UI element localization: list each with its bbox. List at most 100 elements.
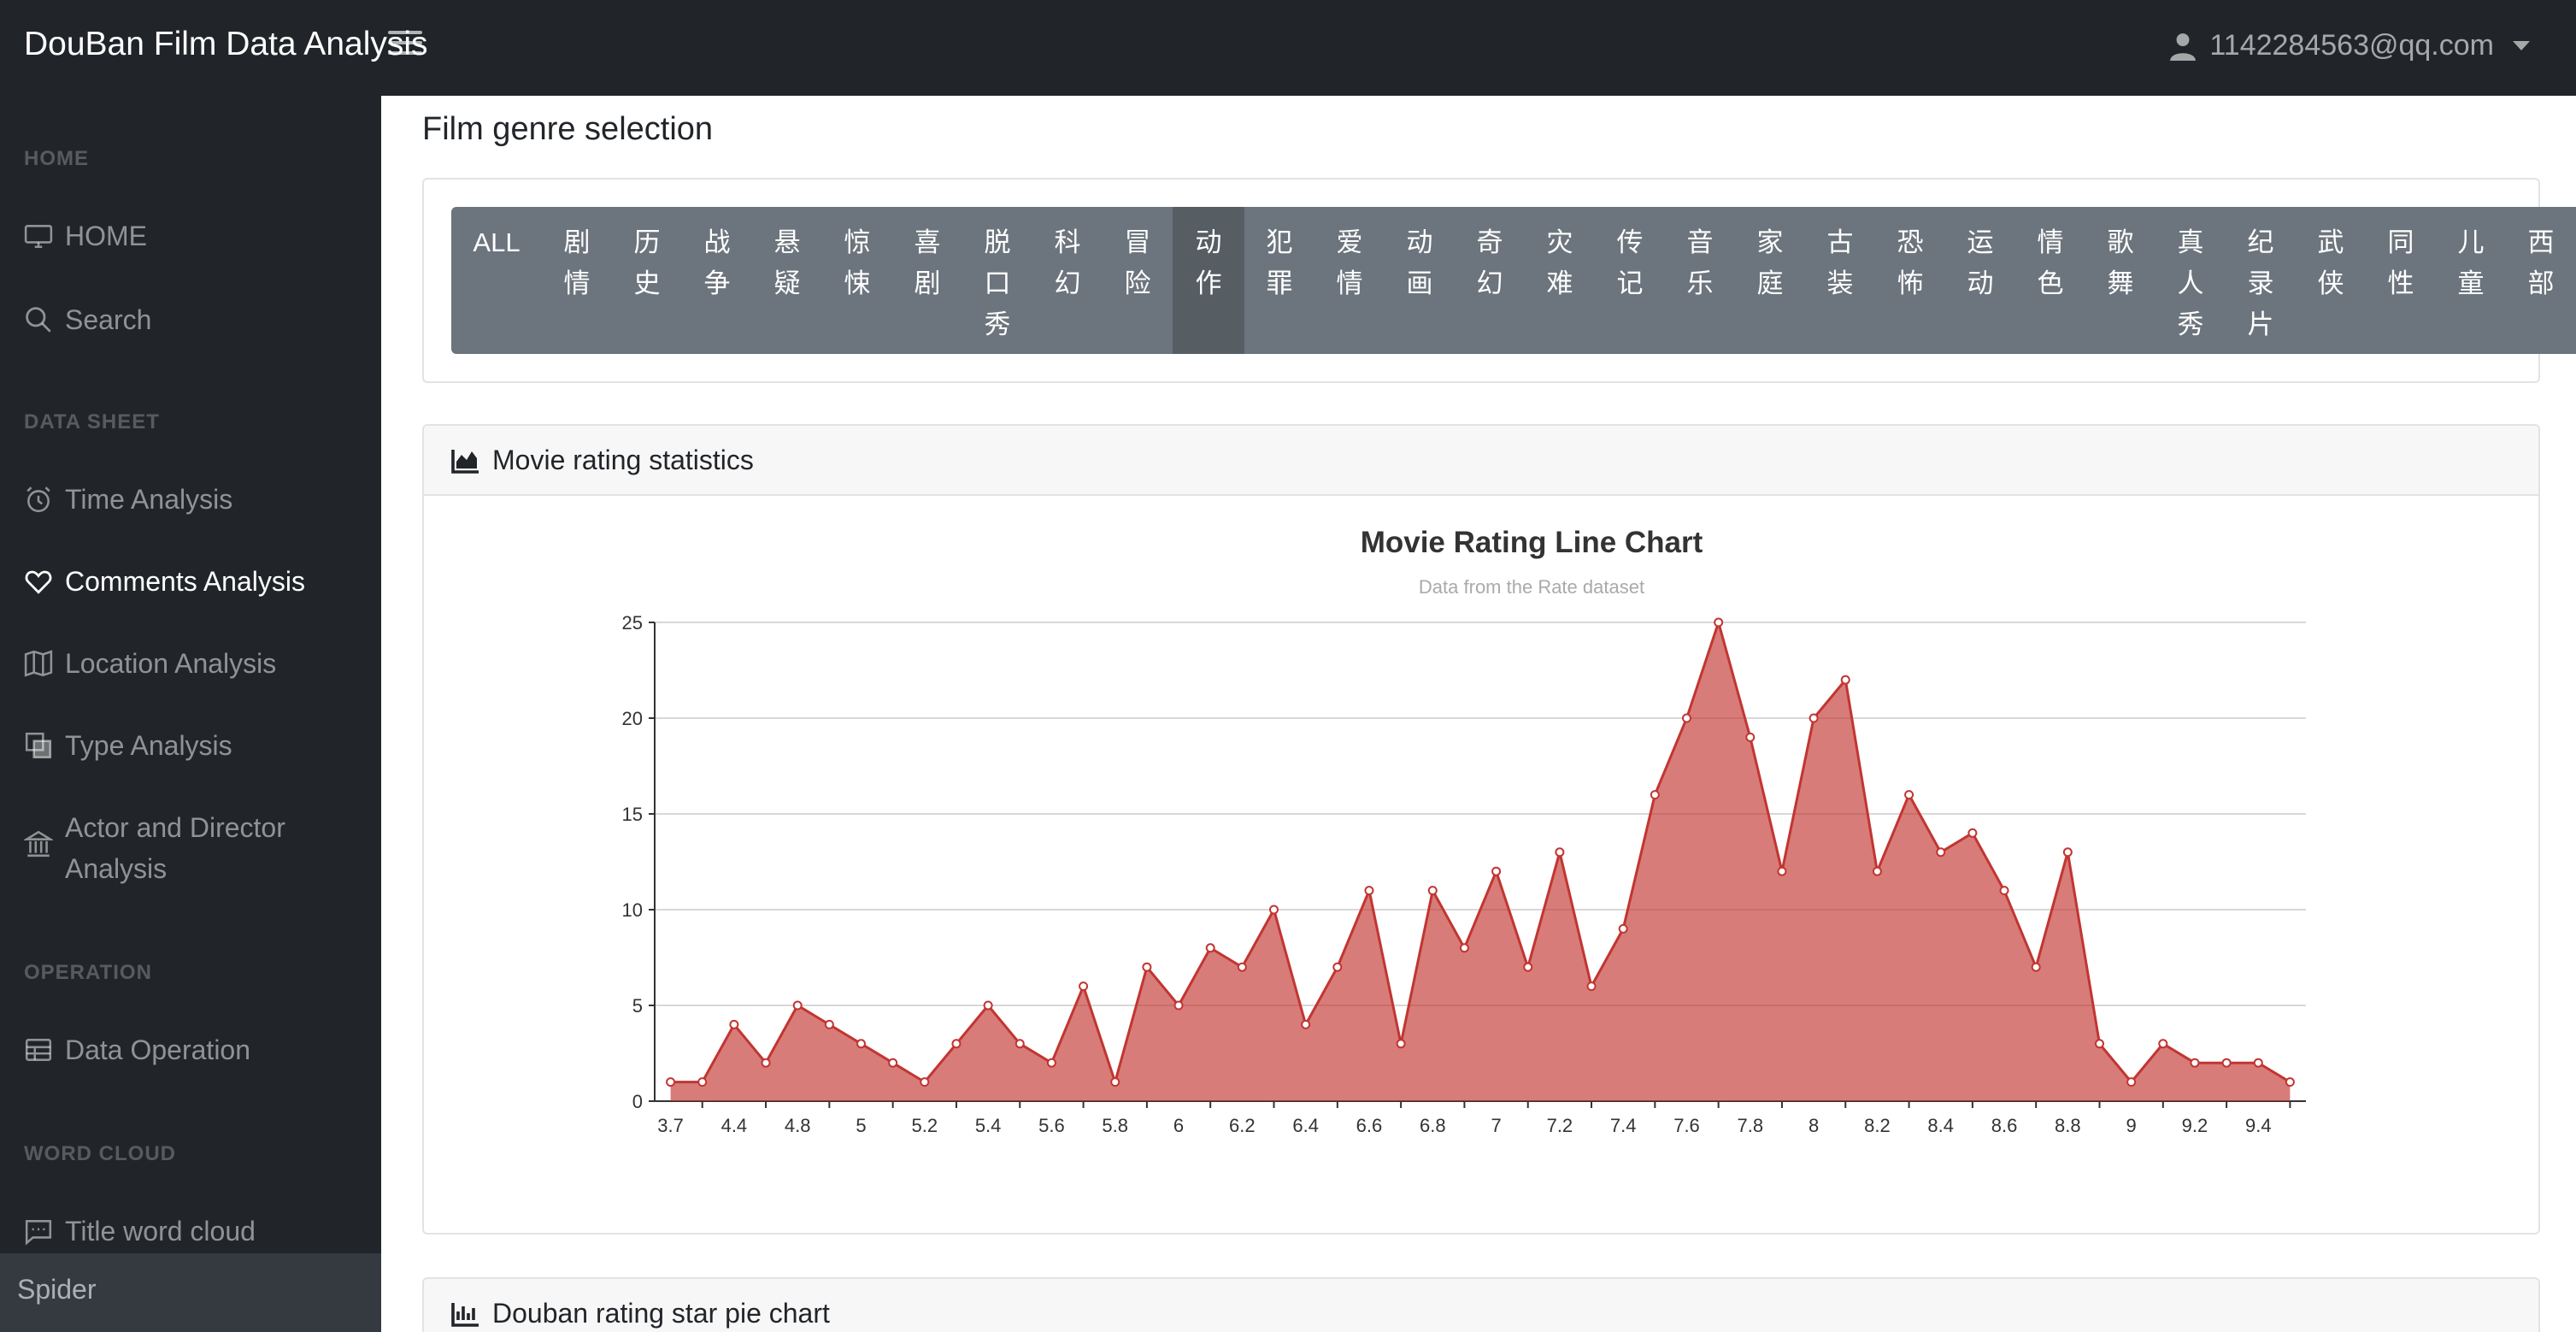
user-menu[interactable]: 1142284563@qq.com xyxy=(2168,29,2530,62)
data-point xyxy=(1491,866,1502,876)
x-tick-label: 6.6 xyxy=(1356,1115,1383,1136)
genre-button[interactable]: 古装 xyxy=(1805,207,1875,354)
genre-label: 运动 xyxy=(1967,227,1994,298)
data-point xyxy=(1237,962,1247,972)
genre-button[interactable]: 真人秀 xyxy=(2155,207,2226,354)
genre-button[interactable]: 冒险 xyxy=(1103,207,1173,354)
sidebar-item-label: Location Analysis xyxy=(65,648,277,679)
sidebar-heading-word-cloud: WORD CLOUD xyxy=(24,1142,176,1165)
sidebar-item-data-operation[interactable]: Data Operation xyxy=(24,1029,366,1070)
genre-button[interactable]: 动画 xyxy=(1385,207,1455,354)
data-point xyxy=(1459,943,1469,953)
genre-button[interactable]: 奇幻 xyxy=(1455,207,1525,354)
genre-button[interactable]: 科幻 xyxy=(1032,207,1103,354)
genre-button[interactable]: 惊悚 xyxy=(822,207,892,354)
genre-label: 真人秀 xyxy=(2177,227,2204,339)
data-point xyxy=(1872,866,1882,876)
genre-label: 历史 xyxy=(633,227,661,298)
data-point xyxy=(1205,943,1215,953)
data-point xyxy=(666,1077,676,1087)
data-point xyxy=(1079,981,1089,992)
data-point xyxy=(2253,1058,2263,1068)
data-point xyxy=(2158,1039,2168,1049)
genre-button[interactable]: 恐怖 xyxy=(1875,207,1945,354)
brand-title[interactable]: DouBan Film Data Analysis xyxy=(24,26,428,63)
x-tick-label: 8.8 xyxy=(2055,1115,2081,1136)
sidebar-item-title-word-cloud[interactable]: Title word cloud xyxy=(24,1211,366,1252)
x-tick-label: 6.8 xyxy=(1420,1115,1446,1136)
x-tick-label: 5.8 xyxy=(1102,1115,1128,1136)
data-point xyxy=(1523,962,1533,972)
genre-button[interactable]: 同性 xyxy=(2366,207,2436,354)
sidebar-toggle-icon[interactable] xyxy=(388,31,422,65)
data-point xyxy=(1364,886,1374,896)
genre-button[interactable]: 犯罪 xyxy=(1244,207,1314,354)
genre-label: 动画 xyxy=(1406,227,1433,298)
x-tick-label: 6.4 xyxy=(1292,1115,1319,1136)
x-tick-label: 9.4 xyxy=(2245,1115,2272,1136)
genre-label: 惊悚 xyxy=(844,227,871,298)
genre-button[interactable]: 纪录片 xyxy=(2226,207,2296,354)
genre-button[interactable]: 脱口秀 xyxy=(962,207,1032,354)
page-title: Film genre selection xyxy=(422,111,714,147)
data-point xyxy=(1301,1019,1311,1029)
genre-button[interactable]: 武侠 xyxy=(2296,207,2366,354)
genre-button[interactable]: 家庭 xyxy=(1735,207,1805,354)
area-chart-icon xyxy=(451,450,479,474)
genre-button[interactable]: 儿童 xyxy=(2436,207,2506,354)
x-tick-label: 6.2 xyxy=(1229,1115,1256,1136)
genre-label: 恐怖 xyxy=(1897,227,1924,298)
top-navbar: DouBan Film Data Analysis 1142284563@qq.… xyxy=(0,0,2576,96)
genre-label: 同性 xyxy=(2387,227,2414,298)
data-point xyxy=(2190,1058,2200,1068)
data-point xyxy=(1586,981,1597,992)
sidebar-item-time-analysis[interactable]: Time Analysis xyxy=(24,479,366,520)
data-point xyxy=(888,1058,898,1068)
data-point xyxy=(2221,1058,2232,1068)
sidebar-item-actor-director-analysis[interactable]: Actor and Director Analysis xyxy=(24,807,366,889)
data-point xyxy=(1840,675,1850,685)
genre-button[interactable]: 运动 xyxy=(1945,207,2015,354)
x-tick-label: 5 xyxy=(856,1115,866,1136)
table-icon xyxy=(25,1039,52,1061)
genre-button[interactable]: 传记 xyxy=(1595,207,1665,354)
genre-button[interactable]: 喜剧 xyxy=(892,207,962,354)
sidebar-item-location-analysis[interactable]: Location Analysis xyxy=(24,643,366,684)
search-icon xyxy=(26,307,51,333)
data-point xyxy=(2031,962,2041,972)
genre-button[interactable]: 灾难 xyxy=(1525,207,1595,354)
genre-button[interactable]: 剧情 xyxy=(542,207,612,354)
genre-label: 科幻 xyxy=(1054,227,1081,298)
genre-button[interactable]: 爱情 xyxy=(1314,207,1385,354)
genre-label: 传记 xyxy=(1616,227,1644,298)
chart-subtitle: Data from the Rate dataset xyxy=(1419,576,1644,598)
sidebar-item-search[interactable]: Search xyxy=(24,299,366,340)
sidebar-item-label: HOME xyxy=(65,221,147,251)
genre-button[interactable]: 歌舞 xyxy=(2085,207,2155,354)
genre-label: 喜剧 xyxy=(914,227,941,298)
genre-button[interactable]: 情色 xyxy=(2015,207,2085,354)
genre-label: 纪录片 xyxy=(2247,227,2274,339)
x-tick-label: 8.6 xyxy=(1991,1115,2018,1136)
genre-button[interactable]: 西部 xyxy=(2506,207,2576,354)
sidebar-item-label: Search xyxy=(65,304,152,335)
sidebar-footer-label: Spider xyxy=(17,1274,97,1305)
y-tick-label: 10 xyxy=(622,899,643,921)
y-tick-label: 25 xyxy=(622,612,643,634)
genre-button[interactable]: ALL xyxy=(451,207,542,354)
genre-button[interactable]: 战争 xyxy=(682,207,752,354)
main-content: Film genre selection ALL 剧情历史战争悬疑惊悚喜剧 脱口秀 科… xyxy=(381,96,2576,1332)
bank-icon xyxy=(24,830,53,858)
genre-label: 武侠 xyxy=(2317,227,2344,298)
sidebar-item-comments-analysis[interactable]: Comments Analysis xyxy=(24,561,366,602)
genre-button[interactable]: 音乐 xyxy=(1665,207,1735,354)
sidebar-item-type-analysis[interactable]: Type Analysis xyxy=(24,725,366,766)
data-point xyxy=(697,1077,708,1087)
genre-button[interactable]: 动作 xyxy=(1173,207,1244,354)
genre-button[interactable]: 历史 xyxy=(612,207,682,354)
sidebar-heading-home: HOME xyxy=(24,147,89,170)
genre-button[interactable]: 悬疑 xyxy=(752,207,822,354)
y-tick-label: 20 xyxy=(622,708,643,729)
sidebar-item-home[interactable]: HOME xyxy=(24,215,366,256)
data-point xyxy=(1650,790,1660,800)
